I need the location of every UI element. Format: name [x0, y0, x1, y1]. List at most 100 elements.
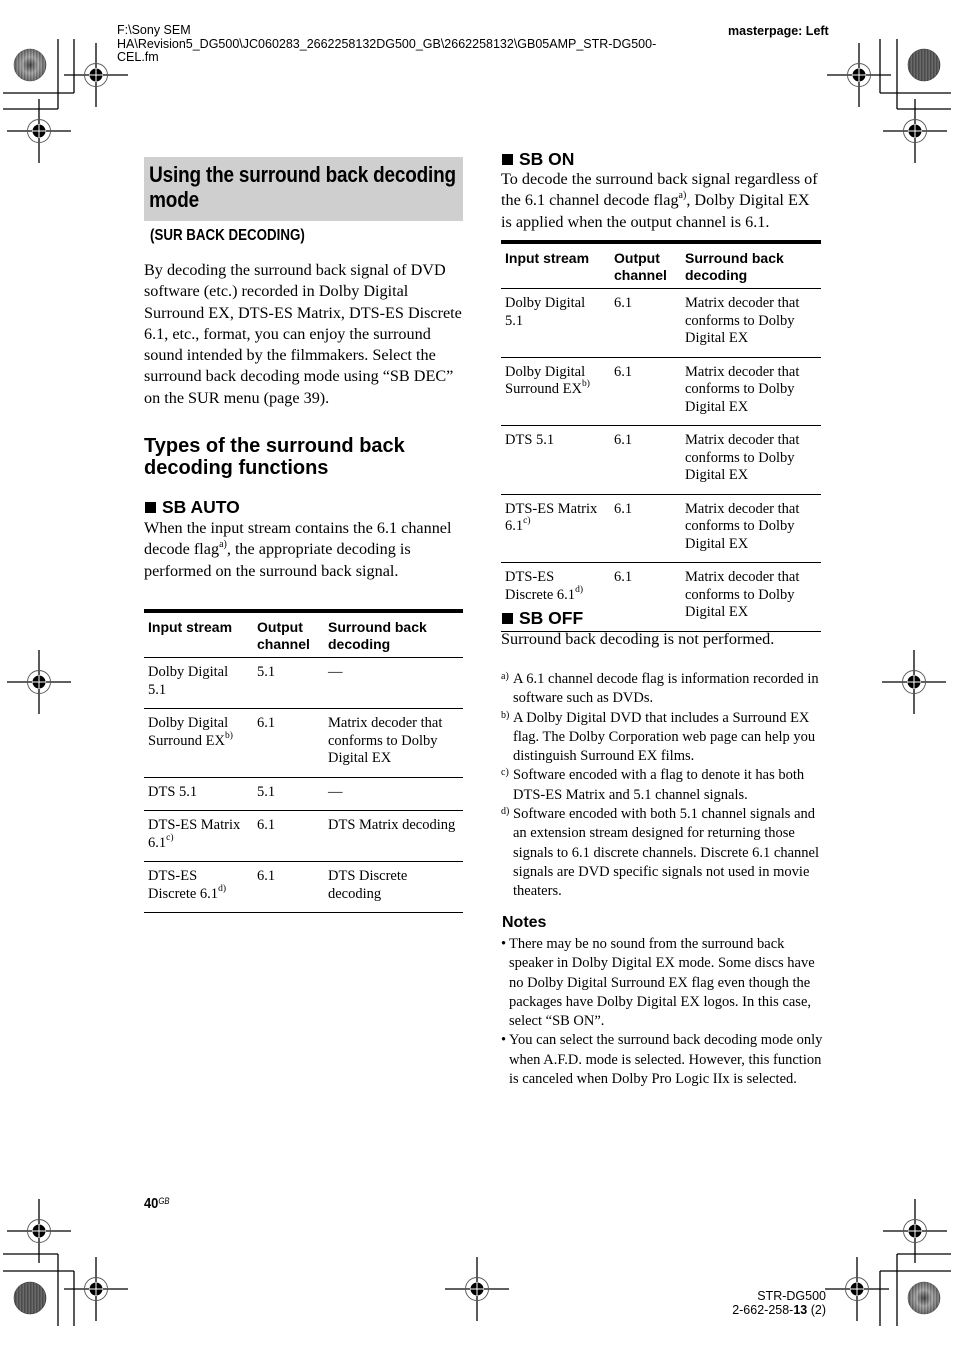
- col-header-input: Input stream: [501, 240, 610, 289]
- cell-output-channel: 6.1: [610, 494, 681, 563]
- file-path-line: HA\Revision5_DG500\JC060283_2662258132DG…: [117, 36, 657, 51]
- footnote-mark: a): [501, 671, 509, 682]
- part-code-prefix: 2-662-258-: [732, 1302, 794, 1317]
- part-code-bold: 13: [793, 1302, 808, 1317]
- table-header-row: Input stream Output channel Surround bac…: [501, 240, 821, 289]
- bullet-icon: •: [501, 1032, 507, 1049]
- cell-output-channel: 6.1: [610, 562, 681, 632]
- crop-marks-top-left: [3, 39, 129, 164]
- model-name: STR-DG500: [757, 1289, 826, 1303]
- page-title: Using the surround back decoding mode: [149, 162, 456, 212]
- square-bullet-icon: [502, 153, 513, 165]
- crop-marks-bottom-left: [3, 1198, 129, 1326]
- input-stream-text: DTS-ES Discrete 6.1: [505, 569, 576, 603]
- footnote-ref: a): [678, 189, 687, 201]
- cell-decoding: Matrix decoder that conforms to Dolby Di…: [681, 562, 821, 632]
- section-title-box: Using the surround back decoding mode: [144, 157, 463, 221]
- table-row: Dolby Digital 5.1 5.1—: [144, 657, 463, 709]
- footnote-text: Software encoded with a flag to denote i…: [513, 767, 805, 803]
- footnote-ref: a): [219, 538, 227, 550]
- footnote-ref: b): [224, 730, 233, 741]
- col-header-decoding: Surround back decoding: [681, 240, 821, 289]
- sb-auto-description: When the input stream contains the 6.1 c…: [144, 518, 466, 582]
- table-row: Dolby Digital Surround EXb) 6.1 Matrix dec…: [144, 708, 463, 778]
- footnote-mark: b): [501, 709, 510, 721]
- footnote-ref: c): [166, 832, 174, 843]
- cell-input-stream: DTS-ES Matrix 6.1c): [501, 494, 610, 563]
- input-stream-text: DTS-ES Matrix 6.1: [148, 817, 241, 851]
- square-bullet-icon: [145, 501, 156, 513]
- table-row: DTS 5.1 6.1 Matrix decoder that conforms t…: [501, 425, 821, 495]
- input-stream-text: DTS-ES Matrix 6.1: [505, 500, 598, 535]
- footnote-ref: c): [523, 516, 531, 527]
- cell-decoding: DTS Matrix decoding: [324, 810, 463, 862]
- table-row: DTS-ES Discrete 6.1d) 6.1 DTS Discrete dec…: [144, 861, 463, 913]
- footnote: c) Software encoded with a flag to denote…: [501, 766, 823, 805]
- sb-on-table: Input stream Output channel Surround bac…: [501, 240, 821, 632]
- cell-decoding: DTS Discrete decoding: [324, 861, 463, 913]
- heading-label: SB OFF: [519, 608, 584, 628]
- model-info: STR-DG500 2-662-258-13 (2): [700, 1289, 826, 1318]
- registration-mark-icon: [826, 42, 892, 108]
- square-bullet-icon: [502, 612, 513, 624]
- footnote: a) A 6.1 channel decode flag is informati…: [501, 670, 823, 709]
- footnote-ref: b): [581, 379, 590, 390]
- input-stream-text: DTS 5.1: [505, 432, 555, 448]
- input-stream-text: Dolby Digital Surround EX: [148, 715, 229, 749]
- cell-output-channel: 6.1: [253, 708, 324, 778]
- notes-list: • There may be no sound from the surround…: [501, 935, 823, 1089]
- note-text: You can select the surround back decodin…: [509, 1032, 823, 1088]
- col-header-decoding: Surround back decoding: [324, 609, 463, 658]
- cell-decoding: Matrix decoder that conforms to Dolby Di…: [681, 357, 821, 426]
- input-stream-text: DTS-ES Discrete 6.1: [148, 868, 219, 902]
- file-path: F:\Sony SEM HA\Revision5_DG500\JC060283_…: [117, 23, 717, 65]
- part-code: 2-662-258-13 (2): [700, 1302, 826, 1318]
- registration-mark-icon: [881, 649, 947, 715]
- cell-input-stream: Dolby Digital 5.1: [501, 288, 610, 358]
- cell-decoding: Matrix decoder that conforms to Dolby Di…: [681, 494, 821, 563]
- footnote-ref: d): [575, 584, 583, 595]
- cell-decoding: Matrix decoder that conforms to Dolby Di…: [681, 288, 821, 358]
- notes-heading: Notes: [502, 914, 547, 931]
- cell-output-channel: 6.1: [253, 810, 324, 862]
- bullet-icon: •: [501, 936, 507, 952]
- input-stream-text: Dolby Digital Surround EX: [505, 363, 586, 398]
- note-item: • There may be no sound from the surround…: [501, 935, 823, 1031]
- cell-input-stream: Dolby Digital 5.1: [144, 657, 253, 709]
- cell-output-channel: 5.1: [253, 777, 324, 811]
- sb-off-heading: SB OFF: [502, 608, 583, 628]
- cell-input-stream: DTS 5.1: [501, 425, 610, 495]
- heading-label: SB ON: [519, 149, 575, 169]
- cell-input-stream: Dolby Digital Surround EXb): [501, 357, 610, 426]
- input-stream-text: DTS 5.1: [148, 783, 198, 800]
- footnote-text: Software encoded with both 5.1 channel s…: [513, 806, 820, 900]
- cell-output-channel: 6.1: [610, 357, 681, 426]
- table-row: DTS 5.1 5.1—: [144, 777, 463, 811]
- sb-off-description: Surround back decoding is not performed.: [501, 630, 775, 648]
- cell-decoding: —: [324, 777, 463, 811]
- table-header-row: Input stream Output channel Surround bac…: [144, 609, 463, 658]
- cell-input-stream: DTS-ES Discrete 6.1d): [144, 861, 253, 913]
- registration-mark-icon: [444, 1256, 510, 1322]
- table-row: Dolby Digital Surround EXb) 6.1 Matrix dec…: [501, 357, 821, 426]
- footnote-mark: c): [501, 767, 509, 779]
- cell-input-stream: DTS-ES Matrix 6.1c): [144, 810, 253, 862]
- table-row: Dolby Digital 5.1 6.1 Matrix decoder that …: [501, 288, 821, 358]
- types-heading: Types of the surround back decoding func…: [144, 435, 405, 479]
- cell-output-channel: 6.1: [253, 861, 324, 913]
- note-text: There may be no sound from the surround …: [509, 936, 815, 1030]
- intro-paragraph: By decoding the surround back signal of …: [144, 261, 462, 407]
- table-row: DTS-ES Matrix 6.1c) 6.1 Matrix decoder tha…: [501, 494, 821, 563]
- file-path-line: CEL.fm: [117, 50, 159, 64]
- cell-output-channel: 5.1: [253, 657, 324, 709]
- sb-auto-table: Input stream Output channel Surround bac…: [144, 609, 463, 913]
- sb-on-description: To decode the surround back signal regar…: [501, 169, 823, 233]
- footnote-text: A Dolby Digital DVD that includes a Surr…: [513, 709, 816, 765]
- table-row: DTS-ES Matrix 6.1c) 6.1 DTS Matrix decodin…: [144, 810, 463, 862]
- masterpage-label: masterpage: Left: [728, 24, 829, 38]
- input-stream-text: Dolby Digital 5.1: [148, 664, 229, 698]
- cell-output-channel: 6.1: [610, 288, 681, 358]
- footnote-text: A 6.1 channel decode flag is information…: [513, 671, 819, 707]
- file-path-line: F:\Sony SEM: [117, 23, 191, 37]
- input-stream-text: Dolby Digital 5.1: [505, 295, 586, 329]
